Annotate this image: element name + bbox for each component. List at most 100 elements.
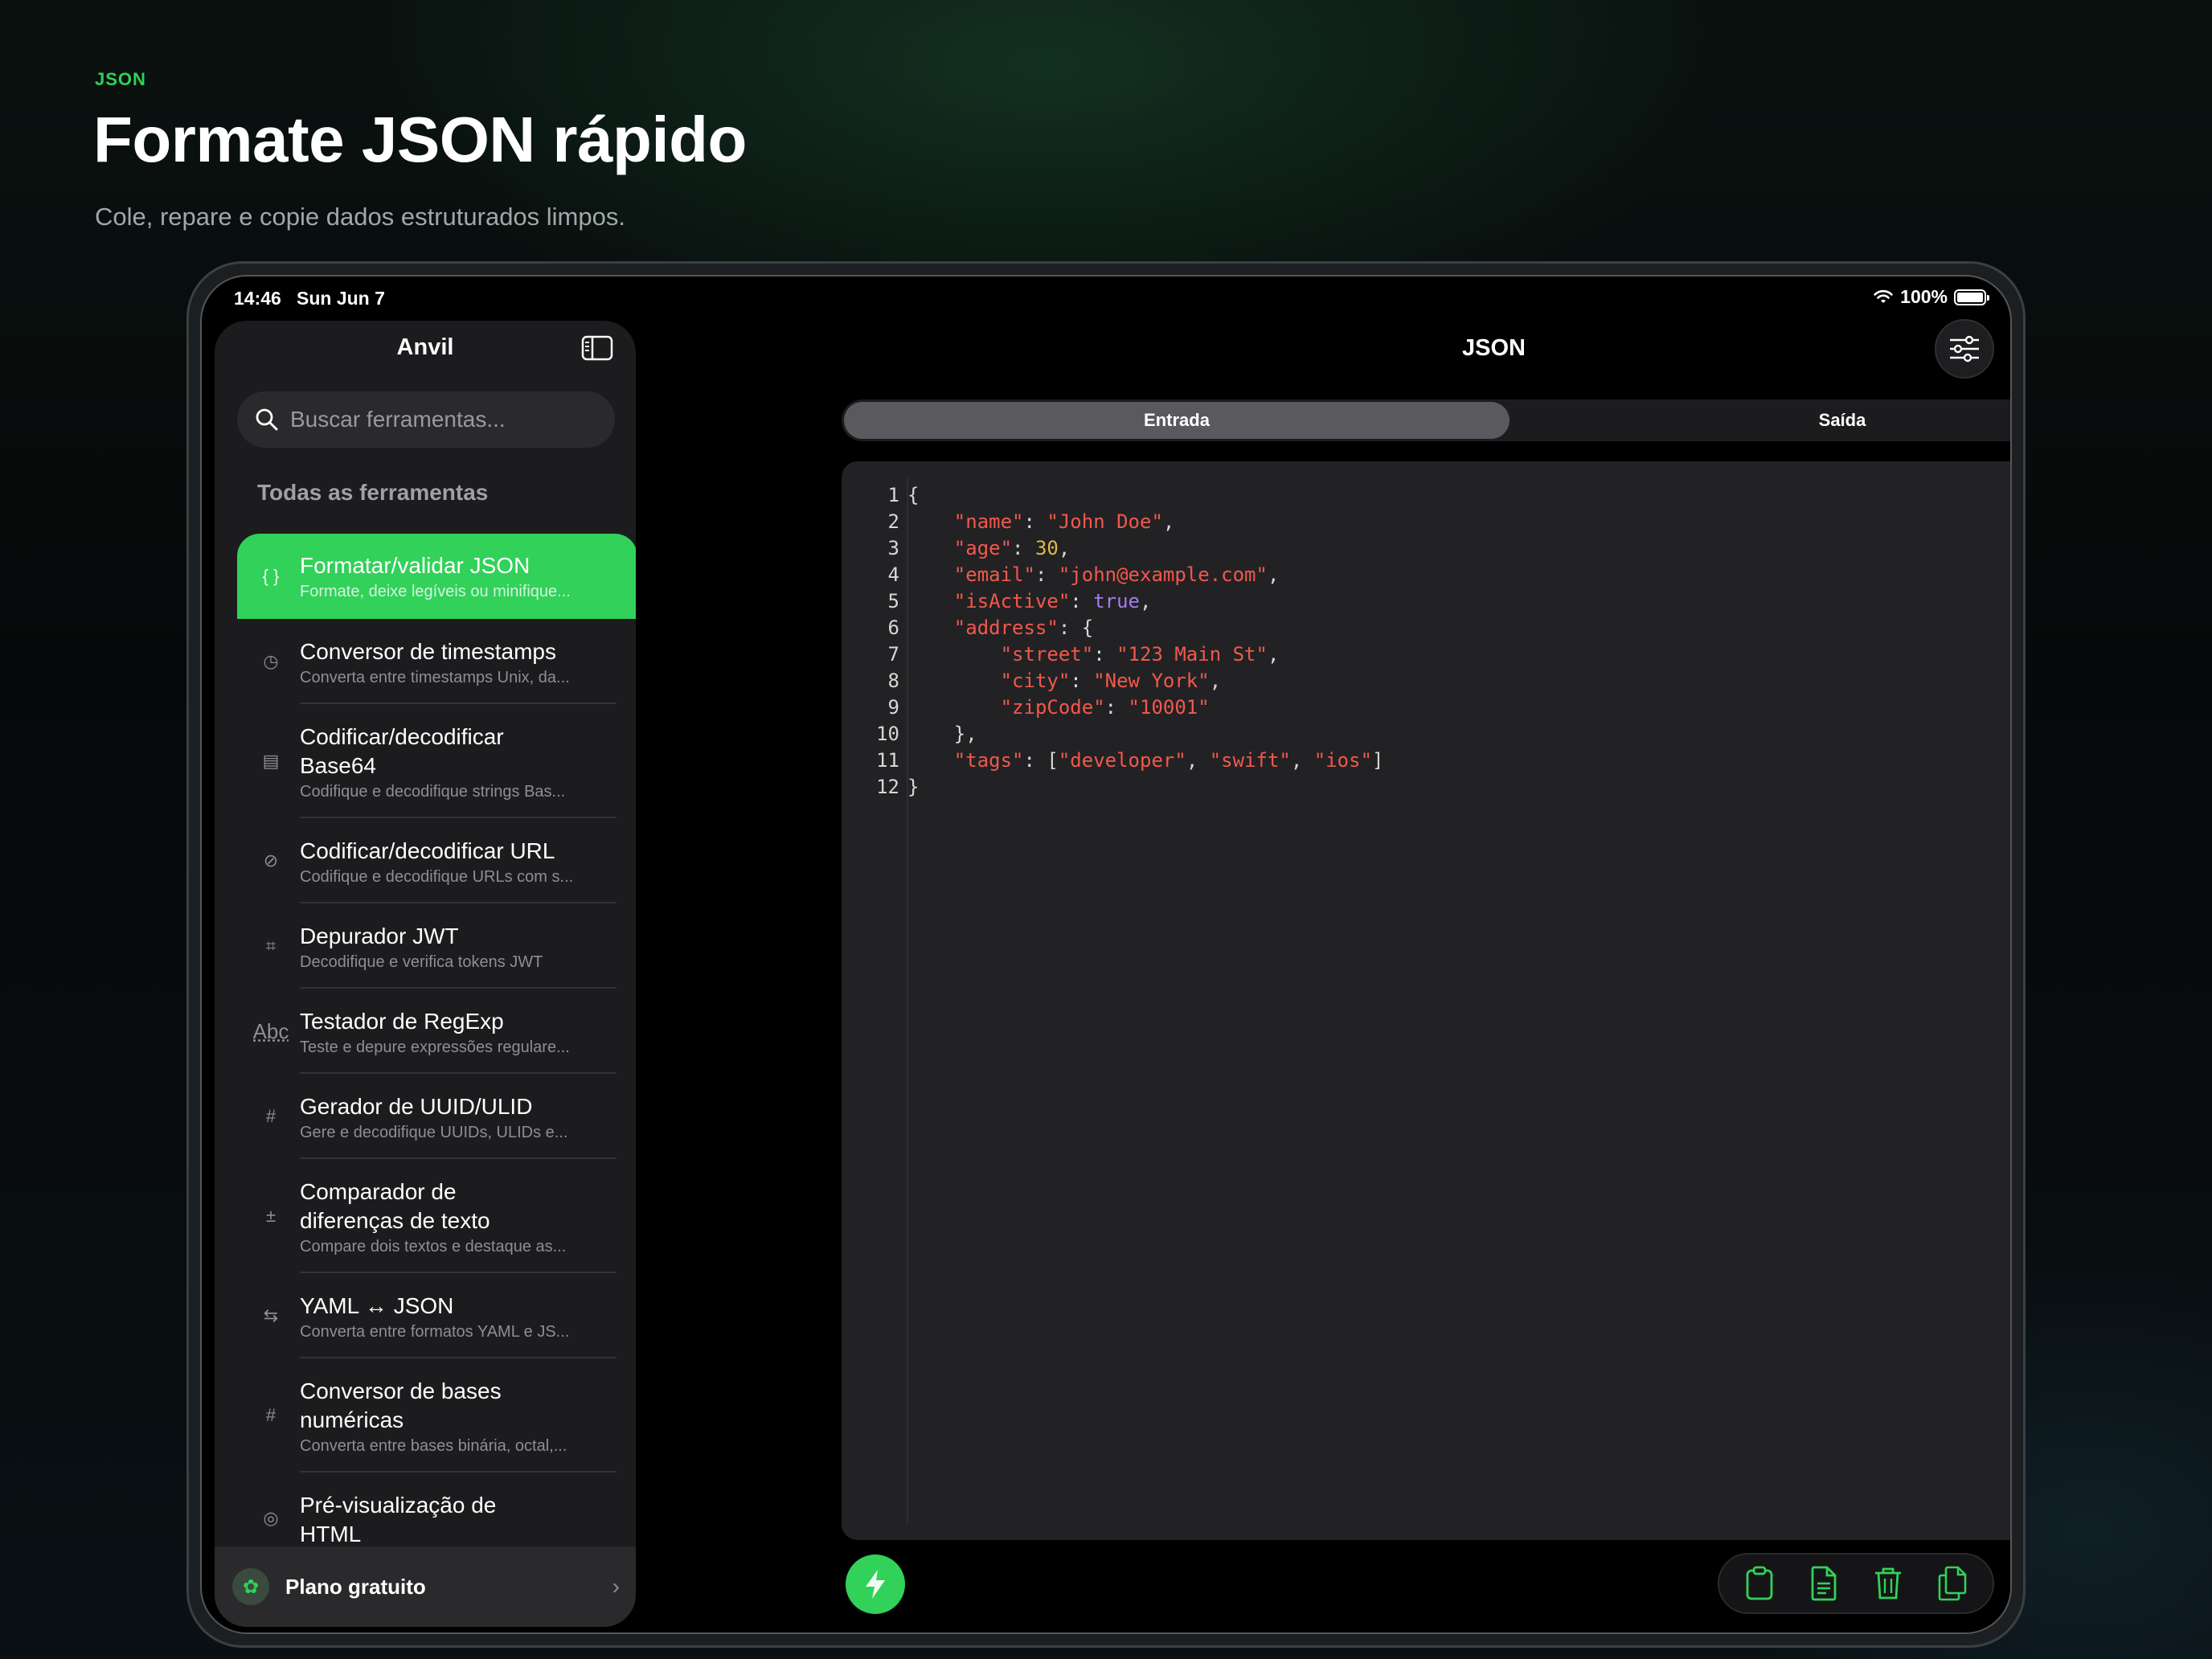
search-field[interactable]: [237, 391, 615, 448]
tool-name: Pré-visualização de HTML: [300, 1493, 497, 1546]
plan-label: Plano gratuito: [285, 1574, 426, 1599]
compass-icon: ◎: [263, 1508, 279, 1528]
code-editor[interactable]: 1{2 "name": "John Doe", 3 "age": 30, 4 "em…: [842, 461, 2010, 1540]
settings-button[interactable]: [1935, 319, 1994, 379]
tool-name: Codificar/decodificar Base64: [300, 724, 504, 778]
line-text: "email": "john@example.com",: [953, 563, 1280, 586]
paste-button[interactable]: [1739, 1563, 1780, 1604]
battery-percent: 100%: [1900, 286, 1948, 307]
tool-name: Comparador de diferenças de texto: [300, 1179, 490, 1233]
tool-description: Formate, deixe legíveis ou minifique...: [300, 583, 571, 600]
page-title: JSON: [1462, 335, 1526, 361]
lightning-icon: [866, 1570, 885, 1599]
tab-saida[interactable]: Saída: [1509, 402, 2010, 439]
tablet-screen: 14:46 Sun Jun 7 100% Anvil Buscar ferram…: [200, 275, 2012, 1634]
code-line: 1{: [842, 482, 1383, 509]
chevron-right-icon: ›: [612, 1574, 620, 1599]
copy-button[interactable]: [1932, 1563, 1972, 1604]
convert-arrows-icon: ⇆: [263, 1305, 279, 1325]
sidebar-tool-item[interactable]: { } Formatar/validar JSON Formate, deixe l…: [237, 534, 636, 619]
tool-description: Converta entre formatos YAML e JS...: [300, 1323, 570, 1341]
tablet-frame: 14:46 Sun Jun 7 100% Anvil Buscar ferram…: [186, 261, 2026, 1648]
code-line: 4 "email": "john@example.com",: [842, 562, 1383, 588]
line-text: "name": "John Doe",: [953, 510, 1175, 533]
sidebar-tool-item[interactable]: Abc Testador de RegExp Teste e depure expr…: [237, 989, 636, 1074]
code-line: 7 "street": "123 Main St",: [842, 641, 1383, 668]
line-text: {: [907, 484, 920, 506]
format-run-button[interactable]: [846, 1555, 905, 1614]
sample-button[interactable]: [1804, 1563, 1844, 1604]
sidebar-tool-item[interactable]: ⌗ Depurador JWT Decodifique e verifica tok…: [237, 903, 636, 989]
hero-eyebrow: JSON: [95, 69, 146, 89]
sliders-icon: [1950, 335, 1979, 363]
code-line: 6 "address": {: [842, 615, 1383, 641]
hero-title: Formate JSON rápido: [93, 104, 747, 175]
line-text: "isActive": true,: [953, 590, 1152, 612]
tool-description: Converta entre bases binária, octal,...: [300, 1437, 567, 1455]
code-line: 2 "name": "John Doe",: [842, 509, 1383, 535]
tool-description: Gere e decodifique UUIDs, ULIDs e...: [300, 1124, 568, 1141]
code-line: 11 "tags": ["developer", "swift", "ios"]: [842, 748, 1383, 774]
link-icon: ⊘: [263, 850, 279, 870]
sidebar-tool-item[interactable]: ⇆ YAML ↔ JSON Converta entre formatos YAML…: [237, 1273, 636, 1358]
sidebar-tool-item[interactable]: ▤ Codificar/decodificar Base64 Codifique e…: [237, 704, 636, 818]
line-number: 8: [887, 670, 899, 692]
line-text: "tags": ["developer", "swift", "ios"]: [953, 749, 1384, 772]
plan-row[interactable]: ✿ Plano gratuito ›: [215, 1546, 636, 1627]
tool-name: YAML ↔ JSON: [300, 1293, 454, 1318]
status-date: Sun Jun 7: [297, 288, 385, 309]
sidebar-tool-item[interactable]: # Conversor de bases numéricas Converta en…: [237, 1358, 636, 1473]
sidebar: Anvil Todas as ferramentas { }Formata: [215, 321, 636, 1627]
abc-icon: Abc: [252, 1018, 289, 1043]
hash-square-icon: #: [265, 1106, 276, 1126]
clock-check-icon: ◷: [263, 651, 279, 671]
action-toolbar: [1718, 1553, 1994, 1614]
tool-description: Compare dois textos e destaque as...: [300, 1238, 567, 1256]
line-text: "age": 30,: [953, 537, 1071, 559]
line-number: 10: [876, 723, 899, 745]
sidebar-title: Anvil: [396, 334, 454, 360]
tool-name: Testador de RegExp: [300, 1009, 504, 1034]
tool-description: Converta entre timestamps Unix, da...: [300, 669, 570, 686]
tool-description: Decodifique e verifica tokens JWT: [300, 953, 543, 971]
status-time: 14:46: [234, 288, 281, 309]
search-icon: [256, 408, 278, 431]
tool-name: Conversor de bases numéricas: [300, 1378, 502, 1432]
sidebar-tool-item[interactable]: ⊘ Codificar/decodificar URL Codifique e de…: [237, 818, 636, 903]
input-output-tabs: Entrada Saída: [842, 399, 2010, 441]
line-number: 11: [876, 749, 899, 772]
trash-icon: [1875, 1567, 1901, 1600]
tool-name: Formatar/validar JSON: [300, 553, 530, 578]
sidebar-toggle-icon[interactable]: [581, 335, 613, 361]
code-line: 3 "age": 30,: [842, 535, 1383, 562]
tool-list: { } Formatar/validar JSON Formate, deixe l…: [237, 534, 636, 1564]
search-input[interactable]: [290, 407, 604, 432]
hero-subtitle: Cole, repare e copie dados estruturados …: [95, 203, 625, 231]
sidebar-tool-item[interactable]: ± Comparador de diferenças de texto Compar…: [237, 1159, 636, 1273]
tab-entrada[interactable]: Entrada: [844, 402, 1509, 439]
tool-name: Depurador JWT: [300, 924, 459, 948]
tool-name: Gerador de UUID/ULID: [300, 1094, 533, 1119]
sidebar-tool-item[interactable]: # Gerador de UUID/ULID Gere e decodifique …: [237, 1074, 636, 1159]
key-frame-icon: ⌗: [265, 936, 276, 956]
clear-button[interactable]: [1868, 1563, 1908, 1604]
battery-icon: [1954, 289, 1989, 305]
line-text: "city": "New York",: [1000, 670, 1222, 692]
line-number: 9: [887, 696, 899, 719]
line-number: 3: [887, 537, 899, 559]
code-content: 1{2 "name": "John Doe", 3 "age": 30, 4 "em…: [842, 482, 1383, 801]
line-number: 4: [887, 563, 899, 586]
section-title: Todas as ferramentas: [257, 480, 489, 505]
line-number: 12: [876, 776, 899, 798]
line-text: "address": {: [953, 616, 1094, 639]
line-text: "street": "123 Main St",: [1000, 643, 1280, 666]
line-number: 6: [887, 616, 899, 639]
sidebar-tool-item[interactable]: ◷ Conversor de timestamps Converta entre t…: [237, 619, 636, 704]
wifi-icon: [1874, 289, 1893, 303]
code-line: 9 "zipCode": "10001": [842, 694, 1383, 721]
diff-document-icon: ±: [265, 1206, 276, 1226]
tool-description: Teste e depure expressões regulare...: [300, 1038, 570, 1056]
line-text: },: [907, 723, 977, 745]
tool-description: Codifique e decodifique strings Bas...: [300, 783, 566, 801]
document-icon: [1811, 1566, 1837, 1601]
